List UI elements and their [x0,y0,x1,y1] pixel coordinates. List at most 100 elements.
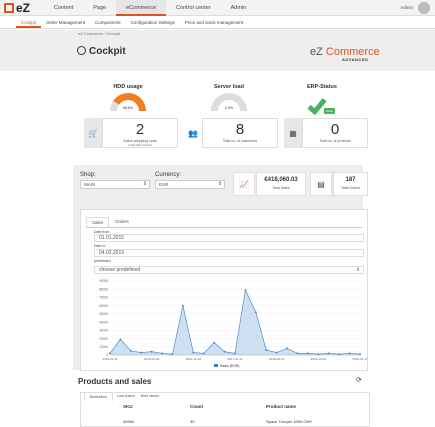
data-point [223,350,226,353]
kpi-carts-sublabel: in the last 3 hours [128,143,152,147]
breadcrumb[interactable]: eZ Commerce / Cockpit [0,30,435,38]
y-tick-label: 40000 [99,320,108,324]
y-tick-label: 10000 [99,345,108,349]
x-tick-label: 2015-01-11 [102,357,117,361]
data-point [150,350,153,353]
shop-select[interactable]: MAIN ⇕ [80,180,150,189]
predefined-select[interactable]: choose predefined ⇕ [94,266,364,274]
currency-label: Currency: [155,172,182,178]
chevron-down-icon: ⇕ [355,267,360,273]
x-tick-label: 2016-12-18 [186,357,202,361]
user-name[interactable]: Admin [400,5,413,10]
data-point [275,351,278,354]
currency-value: EUR [159,182,169,187]
tab-orders[interactable]: Orders [110,217,134,227]
topnav-ecommerce[interactable]: eCommerce [116,0,167,16]
logo-text: eZ [16,1,31,15]
data-point [119,338,122,341]
server-gauge-title: Server load [214,84,244,90]
hdd-gauge-value: 68.6% [123,106,133,110]
erp-title: ERP-Status [307,84,337,90]
brand-prefix: eZ [310,46,326,58]
data-point [296,352,299,355]
cubes-icon: ▦ [284,118,302,148]
y-tick-label: 60000 [99,304,108,308]
x-tick-label: 2017-10-17 [227,357,243,361]
currency-select[interactable]: EUR ⇕ [155,180,225,189]
kpi-customers-label: Total no. of customers [222,139,258,143]
y-tick-label: 20000 [99,337,108,341]
tab-bestsellers[interactable]: Bestsellers [84,392,114,401]
kpi-products-value: 0 [330,121,340,138]
ez-logo[interactable]: eZ [4,1,34,15]
chevron-down-icon: ⇕ [142,181,147,187]
data-point [327,352,330,355]
sub-nav: Cockpit Order Management Components Conf… [0,17,435,29]
shop-label: Shop: [80,172,96,178]
x-tick-label: 2018-12-02 [311,357,327,361]
data-point [161,352,163,355]
products-title: Products and sales [78,377,152,386]
col-sku: SKU [123,404,133,409]
predefined-value: choose predefined [99,267,141,273]
data-point [348,352,351,355]
topnav-admin[interactable]: Admin [221,0,257,16]
dashboard-icon [77,46,86,55]
subnav-price-stock[interactable]: Price and stock management [180,17,248,28]
date-to-label: Date to [94,244,106,248]
users-icon: 👥 [184,118,202,148]
data-point [254,311,257,314]
x-tick-label: 2018-05-16 [269,357,285,361]
kpi-products: 0 Total no. of products [302,118,368,148]
data-point [182,304,184,307]
data-point [109,352,111,355]
data-point [234,352,236,355]
x-tick-label: 2016-04-05 [144,357,160,361]
y-tick-label: 70000 [99,296,108,300]
col-count: Count [190,404,203,409]
data-point [140,351,143,354]
topnav-control-center[interactable]: Control center [166,0,221,16]
data-point [286,347,288,350]
erp-status-badge: Okay [324,108,336,114]
legend-swatch [214,364,218,367]
tab-best-clients[interactable]: Best clients [136,392,164,400]
total-sales-box: €418,060.03 Total Sales [256,172,306,196]
chart-line-icon: 📈 [233,172,255,196]
cart-icon: 🛒 [84,118,102,148]
col-product-name: Product name [266,404,297,409]
refresh-icon[interactable]: ⟳ [356,376,362,384]
kpi-carts-value: 2 [135,121,145,138]
subnav-configuration-settings[interactable]: Configuration Settings [126,17,180,28]
tab-divider [86,227,362,228]
kpi-customers-value: 8 [235,121,245,138]
data-point [265,349,268,351]
row-sku: 45960 [123,419,135,424]
server-gauge-value: 2.0% [225,106,233,110]
topnav-page[interactable]: Page [83,0,116,16]
data-point [213,341,216,344]
row-count: 30 [190,419,195,424]
brand-sub: ADVANCED [342,57,369,62]
y-tick-label: 50000 [99,312,108,316]
y-tick-label: 80000 [99,287,108,291]
top-bar: eZ Content Page eCommerce Control center… [0,0,435,16]
date-to-input[interactable]: 04.02.2019 [94,249,364,257]
subnav-components[interactable]: Components [90,17,126,28]
data-point [307,352,309,355]
logo-mark-icon [4,3,14,13]
total-sales-value: €418,060.03 [264,177,298,183]
kpi-customers: 8 Total no. of customers [202,118,278,148]
date-from-input[interactable]: 01.01.2015 [94,234,364,242]
series-area [110,290,360,355]
topnav-content[interactable]: Content [44,0,83,16]
kpi-products-label: Total no. of products [319,139,351,143]
subnav-order-management[interactable]: Order Management [41,17,90,28]
subnav-cockpit[interactable]: Cockpit [16,17,42,28]
sales-chart[interactable]: 0100002000030000400005000060000700008000… [88,277,368,372]
avatar[interactable] [418,2,430,14]
data-point [202,352,205,355]
row-product-name: Space Trooper 4000 CMY [266,419,313,424]
data-point [192,351,195,354]
y-tick-label: 30000 [99,329,108,333]
